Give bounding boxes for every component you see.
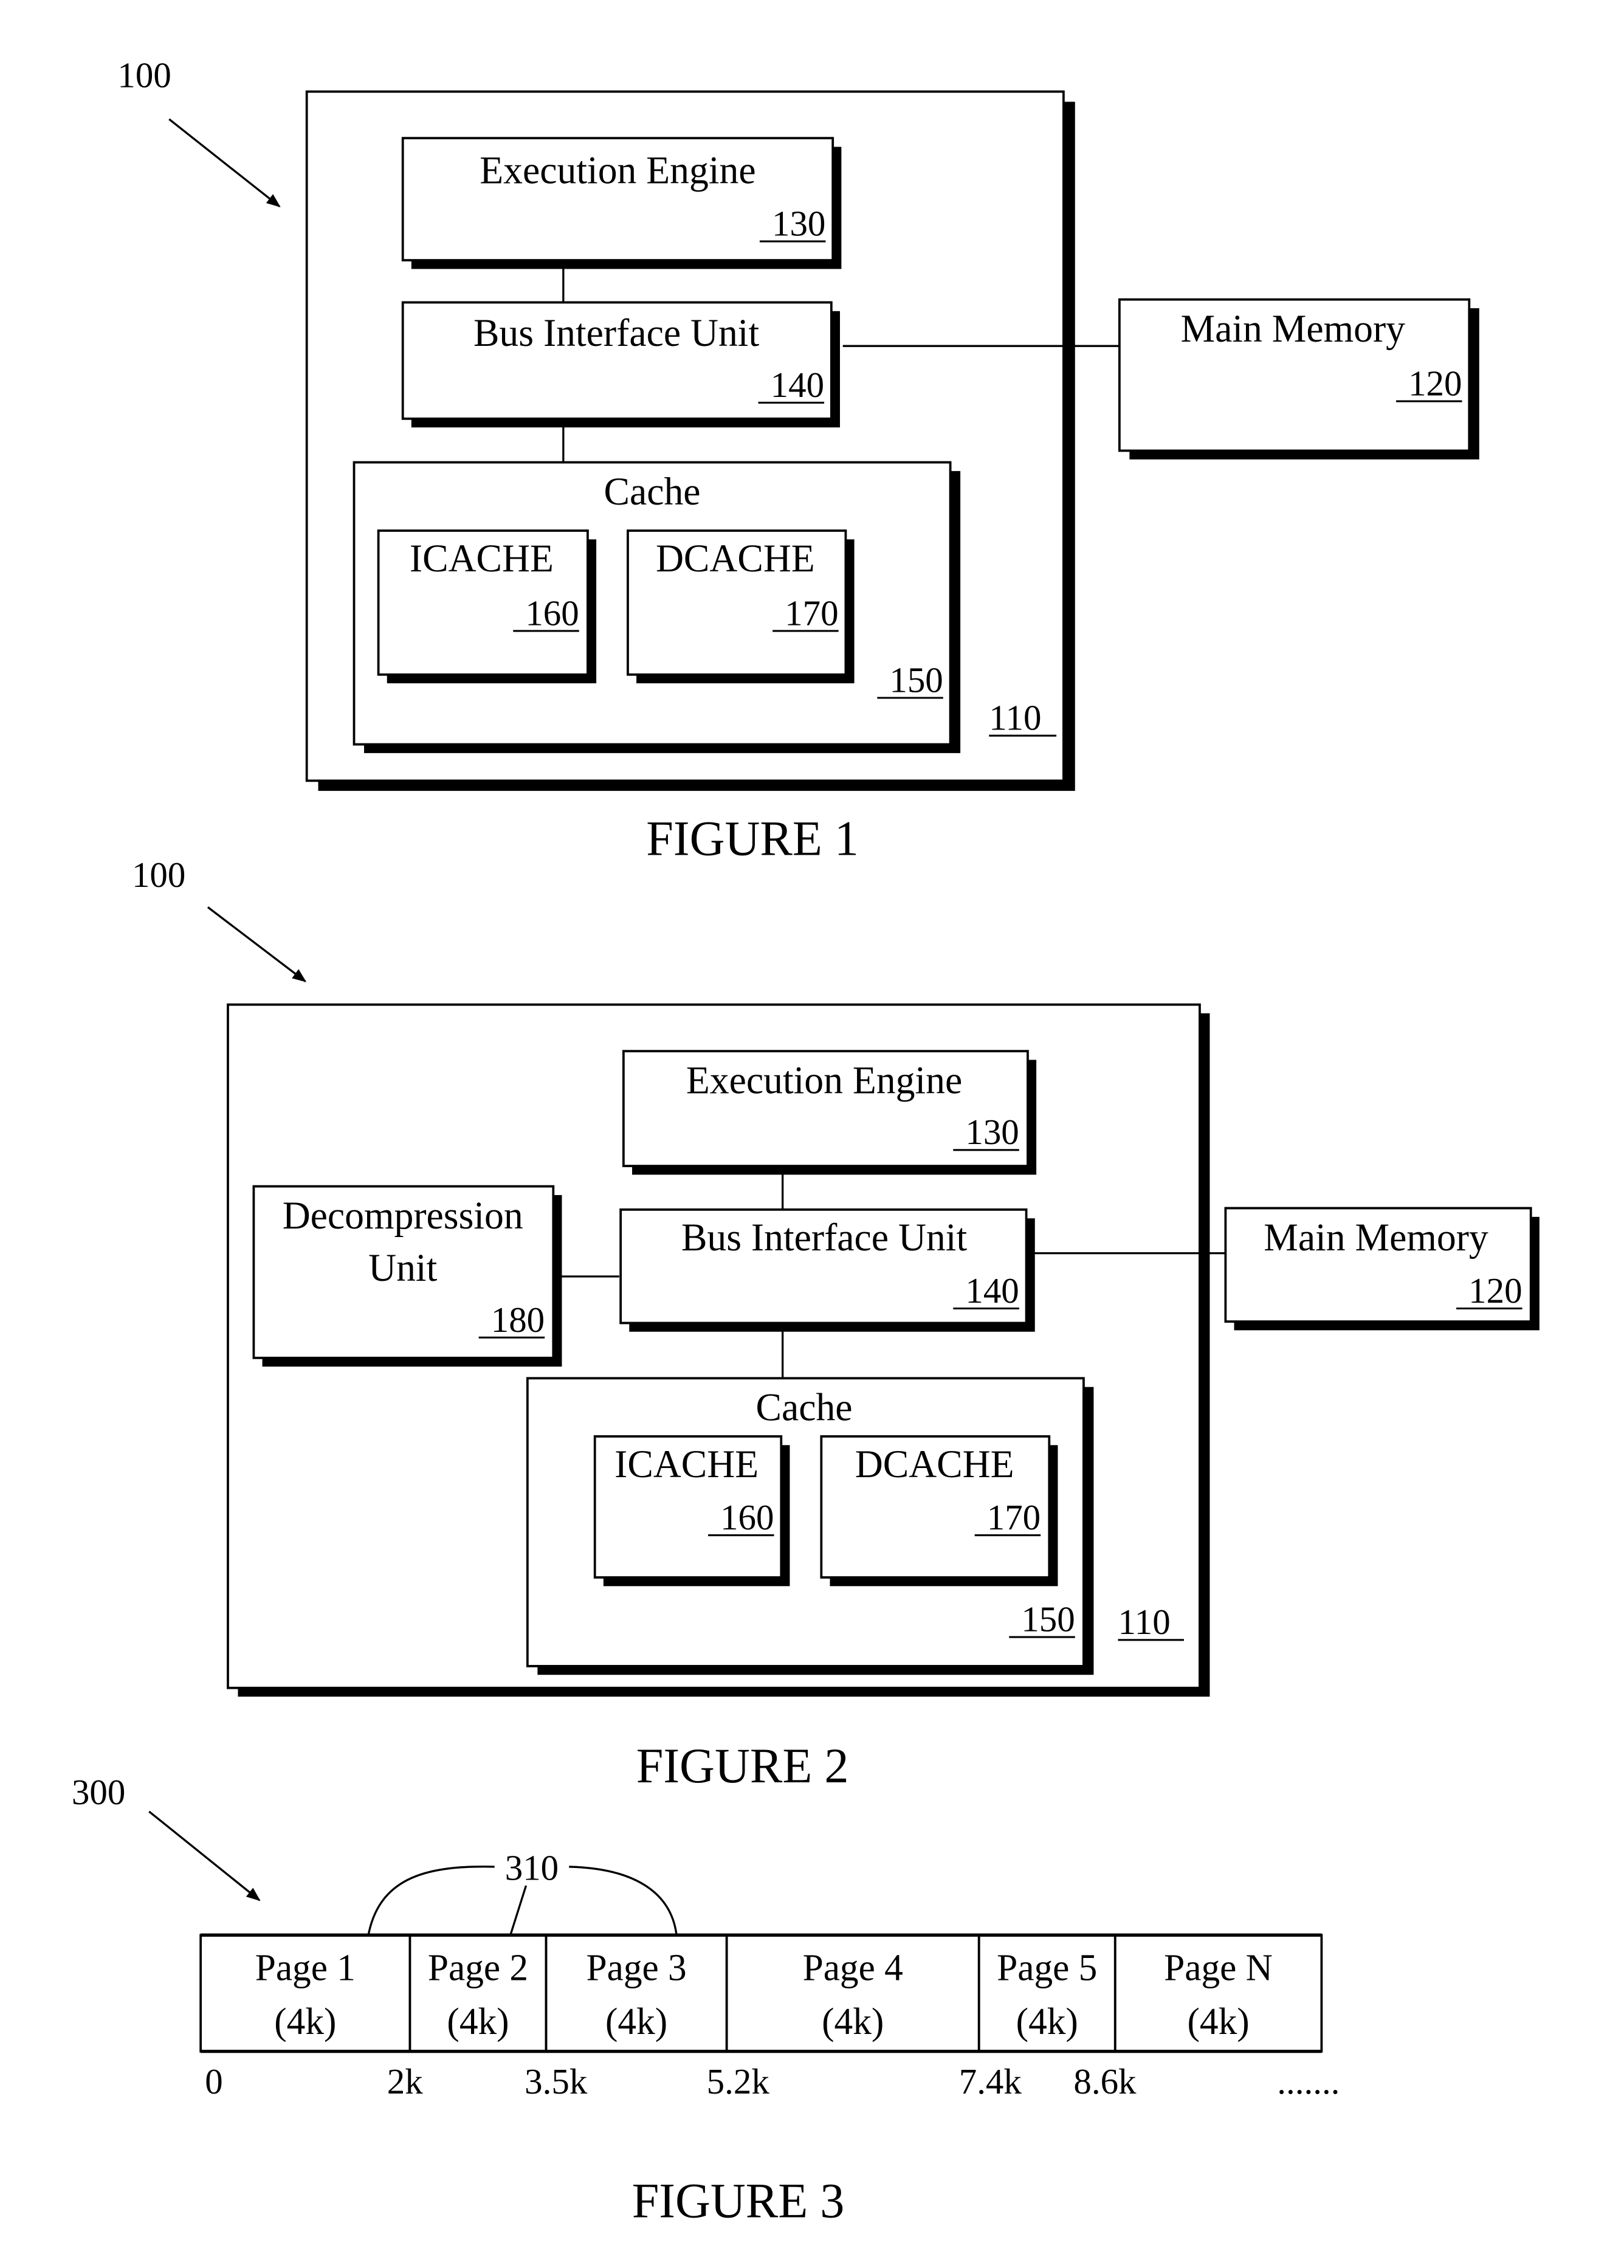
- bus-interface-unit-ref: 140: [771, 365, 824, 405]
- figure-3-caption: FIGURE 3: [632, 2174, 845, 2228]
- system-ref-label: 100: [132, 855, 185, 895]
- page-cell: Page 1 (4k): [199, 1934, 411, 2053]
- execution-engine-ref: 130: [965, 1112, 1019, 1152]
- page-cell: Page N (4k): [1113, 1934, 1323, 2053]
- dcache-ref: 170: [987, 1497, 1041, 1537]
- offset-label: 2k: [387, 2061, 423, 2101]
- system-ref-label: 100: [117, 55, 171, 95]
- page-cell: Page 2 (4k): [408, 1934, 548, 2053]
- execution-engine-label: Execution Engine: [480, 148, 755, 191]
- dcache-label: DCACHE: [656, 537, 815, 580]
- execution-engine-ref: 130: [772, 203, 825, 243]
- icache-box: ICACHE 160: [377, 529, 597, 684]
- page-name: Page 3: [587, 1947, 687, 1988]
- main-memory-box: Main Memory 120: [1118, 298, 1479, 460]
- bus-interface-unit-ref: 140: [965, 1270, 1019, 1311]
- execution-engine-box: Execution Engine 130: [401, 137, 842, 269]
- execution-engine-label: Execution Engine: [686, 1058, 962, 1101]
- offset-labels: 0 2k 3.5k 5.2k 7.4k 8.6k.......: [205, 2061, 1340, 2101]
- bus-interface-unit-box: Bus Interface Unit 140: [619, 1208, 1035, 1332]
- figure-2: 100 110 Execution Engine 130 Decompressi…: [132, 855, 1540, 1794]
- decompression-unit-ref: 180: [491, 1299, 545, 1339]
- bus-interface-unit-label: Bus Interface Unit: [473, 311, 759, 354]
- memory-ref-label: 300: [72, 1772, 125, 1812]
- page-cell: Page 5 (4k): [977, 1934, 1116, 2053]
- main-memory-ref: 120: [1468, 1270, 1522, 1311]
- main-memory-label: Main Memory: [1180, 307, 1405, 350]
- offset-label: 7.4k: [959, 2061, 1022, 2101]
- arrow-icon: [168, 118, 281, 208]
- page-cell: Page 4 (4k): [725, 1934, 980, 2053]
- dcache-box: DCACHE 170: [820, 1435, 1058, 1587]
- decompression-unit-label-line1: Decompression: [283, 1194, 523, 1237]
- page-size: (4k): [822, 2001, 884, 2042]
- page-name: Page 1: [255, 1947, 356, 1988]
- page-size: (4k): [605, 2001, 667, 2042]
- page-strip: Page 1 (4k) Page 2 (4k) Page 3 (4k) Page 4 (4k)…: [199, 1933, 1323, 2053]
- patent-drawing-sheet: 100 110 Execution Engine 130 Bus Interfa…: [72, 55, 1540, 2228]
- icache-label: ICACHE: [614, 1442, 759, 1486]
- main-memory-ref: 120: [1408, 363, 1462, 403]
- group-bracket-right: [569, 1866, 678, 1935]
- arrow-icon: [148, 1810, 261, 1901]
- main-memory-label: Main Memory: [1264, 1215, 1488, 1258]
- figure-3: 300 310 Page 1(4k)Page 2(4k)Page 3(4k)Pa…: [72, 1772, 1340, 2228]
- bus-interface-unit-box: Bus Interface Unit 140: [401, 301, 840, 428]
- icache-ref: 160: [720, 1497, 774, 1537]
- cache-label: Cache: [755, 1385, 852, 1429]
- cache-label: Cache: [604, 470, 701, 513]
- arrow-icon: [207, 906, 307, 982]
- cache-ref: 150: [889, 660, 943, 700]
- page-size: (4k): [1188, 2001, 1250, 2042]
- decompression-unit-label-line2: Unit: [368, 1246, 437, 1289]
- icache-label: ICACHE: [410, 537, 554, 580]
- execution-engine-box: Execution Engine 130: [622, 1050, 1037, 1175]
- offset-label: 8.6k: [1073, 2061, 1136, 2101]
- page-size: (4k): [1016, 2001, 1078, 2042]
- page-name: Page N: [1164, 1947, 1273, 1988]
- figure-1: 100 110 Execution Engine 130 Bus Interfa…: [117, 55, 1479, 866]
- offset-label: 0: [205, 2061, 222, 2101]
- offset-label: 3.5k: [525, 2061, 587, 2101]
- cache-ref: 150: [1021, 1599, 1075, 1639]
- page-size: (4k): [447, 2001, 509, 2042]
- figure-2-caption: FIGURE 2: [636, 1739, 849, 1794]
- processor-ref: 110: [1118, 1602, 1171, 1642]
- dcache-label: DCACHE: [855, 1442, 1014, 1486]
- figure-1-caption: FIGURE 1: [646, 812, 859, 866]
- dcache-ref: 170: [785, 593, 838, 633]
- page-size: (4k): [274, 2001, 336, 2042]
- page-name: Page 4: [803, 1947, 903, 1988]
- page-name: Page 5: [997, 1947, 1097, 1988]
- page-name: Page 2: [428, 1947, 528, 1988]
- processor-ref: 110: [989, 697, 1041, 737]
- decompression-unit-box: Decompression Unit 180: [252, 1185, 562, 1367]
- bus-interface-unit-label: Bus Interface Unit: [681, 1215, 967, 1258]
- dcache-box: DCACHE 170: [627, 529, 855, 684]
- icache-ref: 160: [525, 593, 579, 633]
- icache-box: ICACHE 160: [593, 1435, 790, 1587]
- page-cell: Page 3 (4k): [545, 1934, 728, 2053]
- main-memory-box: Main Memory 120: [1224, 1207, 1540, 1331]
- offset-label: .......: [1277, 2061, 1340, 2101]
- group-ref-label: 310: [505, 1847, 559, 1887]
- group-bracket-left: [367, 1866, 495, 1935]
- offset-label: 5.2k: [707, 2061, 769, 2101]
